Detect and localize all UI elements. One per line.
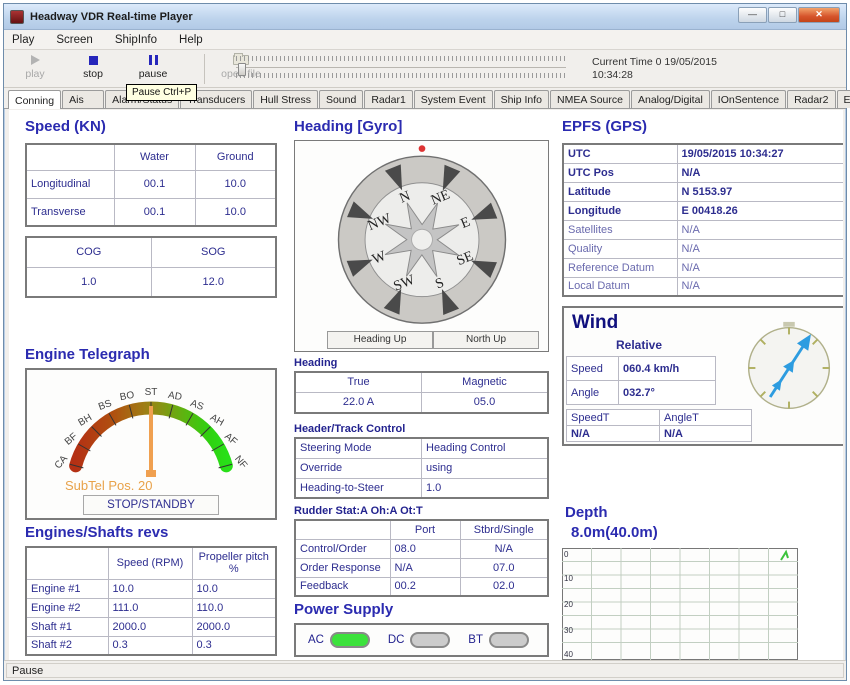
wind-relative-table: Speed060.4 km/h Angle032.7°	[566, 356, 716, 405]
play-icon	[31, 55, 40, 65]
tab-ship-info[interactable]: Ship Info	[494, 90, 549, 108]
heading-subtitle: Heading	[294, 357, 337, 369]
app-icon	[10, 10, 24, 24]
track-control-table: Steering ModeHeading Control Overrideusi…	[294, 437, 549, 499]
tab-hull-stress[interactable]: Hull Stress	[253, 90, 318, 108]
window-title: Headway VDR Real-time Player	[30, 11, 193, 23]
playback-slider[interactable]	[236, 56, 566, 82]
menu-screen[interactable]: Screen	[56, 34, 92, 46]
slider-handle[interactable]	[238, 63, 246, 76]
svg-text:BS: BS	[97, 398, 114, 413]
svg-text:NF: NF	[232, 454, 249, 471]
depth-title: Depth	[565, 504, 608, 521]
power-ac: AC	[308, 632, 370, 648]
telegraph-panel: CA BF BH BS BO ST AD AS AH AF NF SubTe	[25, 368, 277, 520]
svg-text:30: 30	[564, 626, 573, 635]
wind-title: Wind	[572, 312, 618, 334]
app-window: Headway VDR Real-time Player — □ ✕ Play …	[3, 3, 847, 681]
tab-ionsentence[interactable]: IOnSentence	[711, 90, 786, 108]
gyro-title: Heading [Gyro]	[294, 118, 402, 135]
close-button[interactable]: ✕	[798, 7, 840, 23]
power-title: Power Supply	[294, 601, 393, 618]
wind-dial-icon	[741, 320, 837, 416]
toolbar-separator	[204, 54, 205, 84]
engines-table: Speed (RPM)Propeller pitch % Engine #110…	[25, 546, 277, 656]
pause-tooltip: Pause Ctrl+P	[126, 84, 197, 101]
rudder-title: Rudder Stat:A Oh:A Ot:T	[294, 505, 423, 517]
pause-icon	[149, 55, 152, 65]
heading-marker-icon	[418, 145, 425, 152]
wind-true-table: SpeedTAngleT N/AN/A	[566, 409, 752, 442]
rudder-table: PortStbrd/Single Control/Order08.0N/A Or…	[294, 519, 549, 597]
stop-button[interactable]: stop	[66, 53, 120, 86]
wind-subtitle: Relative	[616, 338, 662, 352]
depth-value: 8.0m(40.0m)	[571, 524, 658, 541]
speed-table: WaterGround Longitudinal00.110.0 Transve…	[25, 143, 277, 227]
subtel-position: SubTel Pos. 20	[65, 478, 152, 493]
power-bt: BT	[468, 632, 529, 648]
play-button[interactable]: play	[8, 53, 62, 86]
power-panel: AC DC BT	[294, 623, 549, 657]
svg-text:BO: BO	[119, 390, 135, 403]
tab-conning[interactable]: Conning	[8, 90, 61, 109]
tab-nmea-source[interactable]: NMEA Source	[550, 90, 630, 108]
tab-radar1[interactable]: Radar1	[364, 90, 412, 108]
telegraph-title: Engine Telegraph	[25, 346, 150, 363]
compass-panel: N NE E SE S SW W NW Heading Up North Up	[294, 140, 549, 352]
stop-standby-button[interactable]: STOP/STANDBY	[83, 495, 219, 515]
title-bar: Headway VDR Real-time Player — □ ✕	[4, 4, 846, 30]
track-control-title: Header/Track Control	[294, 423, 405, 435]
slider-ticks-top	[236, 56, 566, 61]
menu-bar: Play Screen ShipInfo Help	[4, 30, 846, 50]
svg-text:CA: CA	[53, 453, 71, 471]
tab-analog-digital[interactable]: Analog/Digital	[631, 90, 710, 108]
telegraph-gauge-icon: CA BF BH BS BO ST AD AS AH AF NF	[27, 370, 275, 482]
epfs-title: EPFS (GPS)	[562, 118, 647, 135]
slider-ticks-bottom	[236, 73, 566, 78]
tab-ais[interactable]: Ais	[62, 90, 104, 108]
svg-text:20: 20	[564, 600, 573, 609]
stop-icon	[89, 56, 98, 65]
compass-rose-icon: N NE E SE S SW W NW	[327, 141, 517, 327]
toolbar: play stop pause open file Current Time 0…	[4, 50, 846, 88]
power-ac-light	[330, 632, 370, 648]
menu-help[interactable]: Help	[179, 34, 203, 46]
svg-text:40: 40	[564, 650, 573, 659]
svg-text:AD: AD	[167, 390, 183, 403]
heading-up-button[interactable]: Heading Up	[327, 331, 433, 349]
tab-sound[interactable]: Sound	[319, 90, 363, 108]
power-dc: DC	[388, 632, 451, 648]
engines-title: Engines/Shafts revs	[25, 524, 168, 541]
menu-shipinfo[interactable]: ShipInfo	[115, 34, 157, 46]
svg-text:0: 0	[564, 550, 569, 559]
status-bar: Pause	[4, 660, 846, 680]
power-dc-light	[410, 632, 450, 648]
menu-play[interactable]: Play	[12, 34, 34, 46]
cog-sog-table: COGSOG 1.012.0	[25, 236, 277, 298]
tab-ecdis1[interactable]: ECDIS1	[837, 90, 850, 108]
telegraph-needle	[146, 406, 156, 477]
depth-chart: 0 10 20 30 40	[562, 548, 798, 660]
power-bt-light	[489, 632, 529, 648]
svg-text:AS: AS	[189, 398, 206, 413]
conning-page: Speed (KN) WaterGround Longitudinal00.11…	[9, 110, 843, 662]
slider-track[interactable]	[236, 67, 566, 68]
svg-text:10: 10	[564, 574, 573, 583]
maximize-button[interactable]: □	[768, 7, 797, 23]
north-up-button[interactable]: North Up	[433, 331, 539, 349]
heading-table: TrueMagnetic 22.0 A05.0	[294, 371, 549, 414]
tab-system-event[interactable]: System Event	[414, 90, 493, 108]
wind-panel: Wind Relative Speed060.4 km/h Angle032.7…	[562, 306, 843, 446]
epfs-table: UTC19/05/2015 10:34:27 UTC PosN/A Latitu…	[562, 143, 843, 297]
svg-text:ST: ST	[145, 387, 158, 398]
status-text: Pause	[6, 663, 844, 678]
current-time: Current Time 0 19/05/2015 10:34:28	[592, 56, 772, 82]
speed-title: Speed (KN)	[25, 118, 106, 135]
minimize-button[interactable]: —	[738, 7, 767, 23]
tab-radar2[interactable]: Radar2	[787, 90, 835, 108]
pause-button[interactable]: pause	[126, 53, 180, 86]
